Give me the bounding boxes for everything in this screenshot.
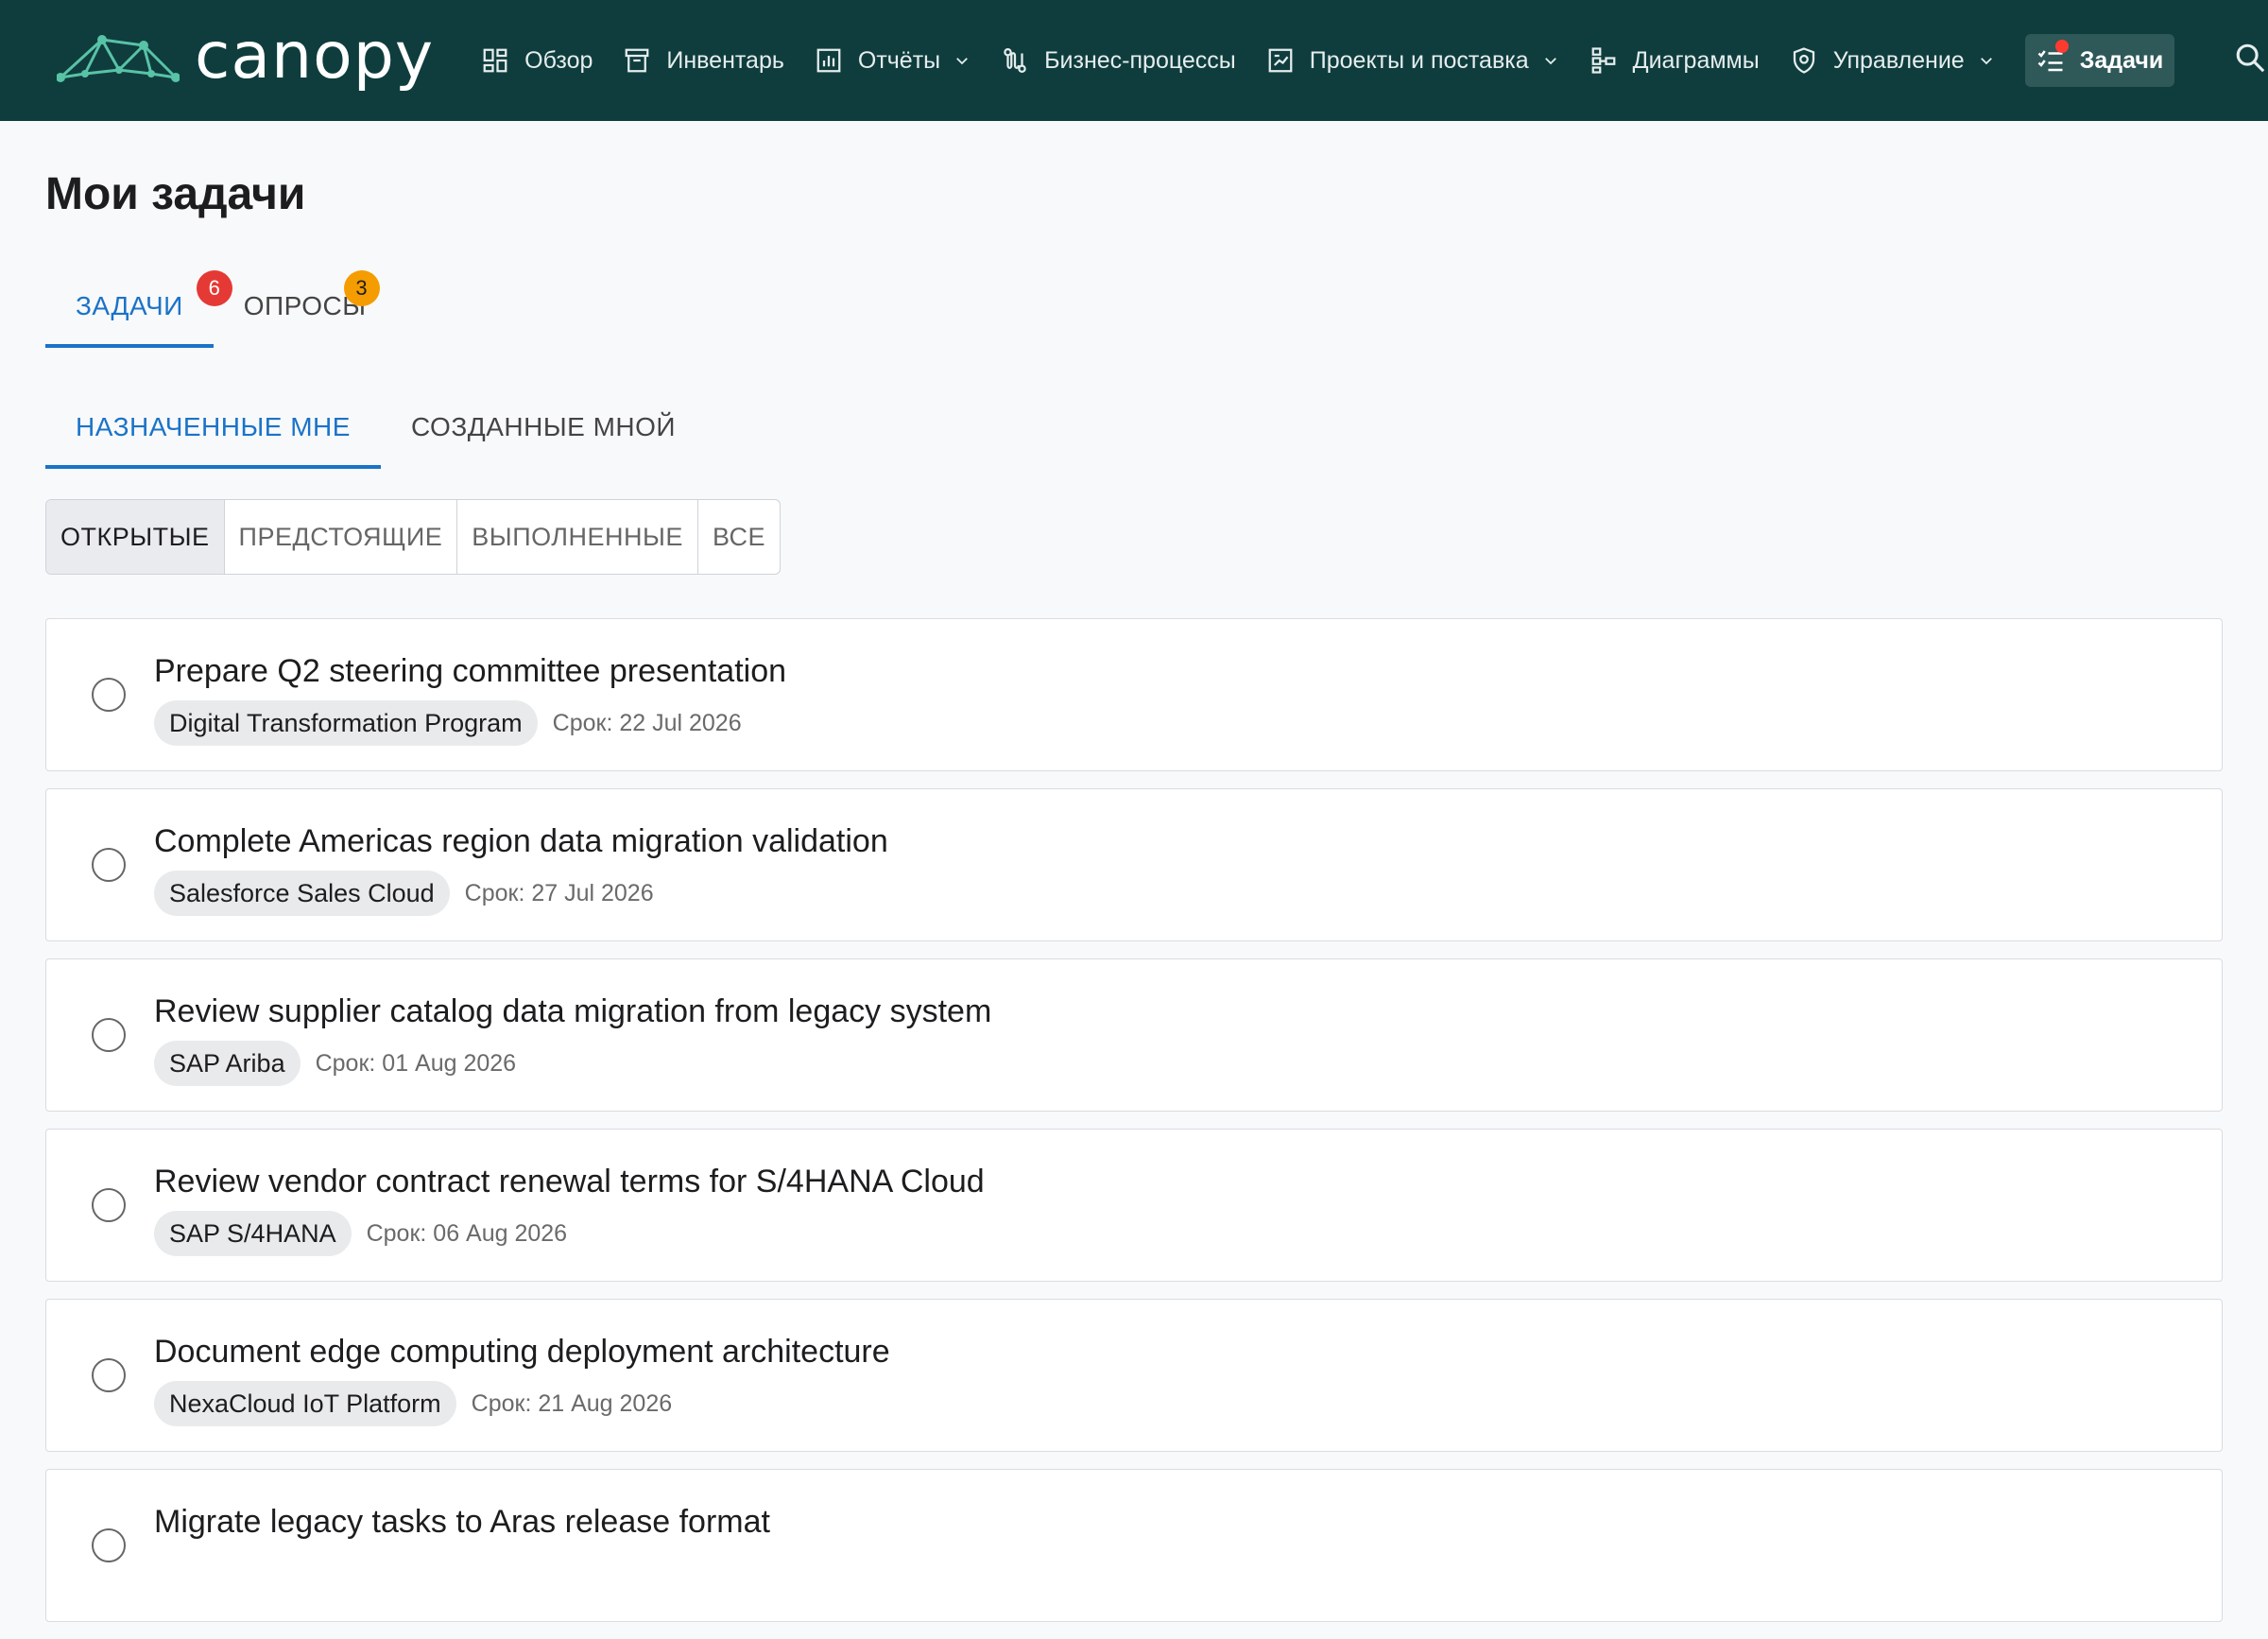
task-complete-radio[interactable] <box>92 1358 126 1392</box>
main-nav: Обзор Инвентарь Отчёты Бизнес-процессы П… <box>481 34 2175 87</box>
search-icon[interactable] <box>2234 42 2266 74</box>
task-tag[interactable]: Salesforce Sales Cloud <box>154 871 450 916</box>
nav-item-inventory[interactable]: Инвентарь <box>623 34 784 87</box>
chevron-down-icon <box>1980 58 1992 65</box>
dashboard-icon <box>483 48 507 73</box>
task-due-date: Срок: 01 Aug 2026 <box>315 1049 517 1077</box>
nav-item-label: Инвентарь <box>666 46 784 74</box>
task-title[interactable]: Prepare Q2 steering committee presentati… <box>154 653 786 690</box>
nav-item-label: Управление <box>1832 46 1965 74</box>
shield-icon <box>1793 47 1814 74</box>
task-complete-radio[interactable] <box>92 678 126 712</box>
task-title[interactable]: Review vendor contract renewal terms for… <box>154 1164 985 1200</box>
filter-upcoming[interactable]: ПРЕДСТОЯЩИЕ <box>225 500 458 574</box>
task-tag[interactable]: Digital Transformation Program <box>154 700 538 746</box>
nav-item-business-processes[interactable]: Бизнес-процессы <box>1001 34 1236 87</box>
nav-item-tasks[interactable]: Задачи <box>2024 34 2175 87</box>
task-complete-radio[interactable] <box>92 1528 126 1562</box>
task-item[interactable]: Complete Americas region data migration … <box>45 788 2223 941</box>
tab-surveys[interactable]: ОПРОСЫ 3 <box>214 265 397 348</box>
tab-label: НАЗНАЧЕННЫЕ МНЕ <box>76 412 351 441</box>
task-item[interactable]: Document edge computing deployment archi… <box>45 1299 2223 1452</box>
task-title[interactable]: Migrate legacy tasks to Aras release for… <box>154 1504 770 1541</box>
filter-all[interactable]: ВСЕ <box>698 500 780 574</box>
page-title: Мои задачи <box>45 169 306 219</box>
nav-item-label: Проекты и поставка <box>1309 46 1529 74</box>
process-flow-icon <box>1004 48 1026 73</box>
task-item[interactable]: Migrate legacy tasks to Aras release for… <box>45 1469 2223 1622</box>
task-complete-radio[interactable] <box>92 848 126 882</box>
filter-open[interactable]: ОТКРЫТЫЕ <box>46 500 225 574</box>
task-tag[interactable]: NexaCloud IoT Platform <box>154 1381 456 1426</box>
main-tabs: ЗАДАЧИ 6 ОПРОСЫ 3 <box>45 265 397 348</box>
status-filter-group: ОТКРЫТЫЕ ПРЕДСТОЯЩИЕ ВЫПОЛНЕННЫЕ ВСЕ <box>45 499 782 575</box>
task-title[interactable]: Document edge computing deployment archi… <box>154 1334 890 1371</box>
task-item[interactable]: Review supplier catalog data migration f… <box>45 958 2223 1112</box>
nav-item-projects-delivery[interactable]: Проекты и поставка <box>1266 34 1559 87</box>
task-meta: SAP Ariba Срок: 01 Aug 2026 <box>154 1041 516 1086</box>
logo-text: canopy <box>195 19 435 94</box>
task-title[interactable]: Complete Americas region data migration … <box>154 823 888 860</box>
task-complete-radio[interactable] <box>92 1018 126 1052</box>
top-navigation-bar: canopy Обзор Инвентарь Отчёты Бизнес-про… <box>0 0 2268 121</box>
task-title[interactable]: Review supplier catalog data migration f… <box>154 993 991 1030</box>
bar-chart-icon <box>816 48 841 73</box>
task-item[interactable]: Review vendor contract renewal terms for… <box>45 1129 2223 1282</box>
tab-label: СОЗДАННЫЕ МНОЙ <box>410 412 677 441</box>
task-due-date: Срок: 27 Jul 2026 <box>464 879 654 906</box>
nav-item-label: Бизнес-процессы <box>1044 46 1236 74</box>
task-due-date: Срок: 06 Aug 2026 <box>366 1219 568 1247</box>
task-meta: Salesforce Sales Cloud Срок: 27 Jul 2026 <box>154 871 654 916</box>
tab-tasks[interactable]: ЗАДАЧИ 6 <box>45 265 232 348</box>
nav-item-label: Обзор <box>524 46 593 74</box>
task-meta: NexaCloud IoT Platform Срок: 21 Aug 2026 <box>154 1381 672 1426</box>
nav-item-label: Диаграммы <box>1632 46 1760 74</box>
filter-done[interactable]: ВЫПОЛНЕННЫЕ <box>457 500 698 574</box>
hierarchy-diagram-icon <box>1591 47 1616 74</box>
nav-item-management[interactable]: Управление <box>1790 34 1995 87</box>
nav-item-overview[interactable]: Обзор <box>481 34 593 87</box>
chevron-down-icon <box>1544 58 1556 65</box>
project-board-icon <box>1268 48 1293 73</box>
tab-created-by-me[interactable]: СОЗДАННЫЕ МНОЙ <box>381 386 706 469</box>
chevron-down-icon <box>956 58 969 65</box>
task-due-date: Срок: 21 Aug 2026 <box>471 1389 673 1417</box>
tab-label: ЗАДАЧИ <box>76 291 183 320</box>
nav-item-diagrams[interactable]: Диаграммы <box>1589 34 1760 87</box>
nav-item-label: Задачи <box>2079 46 2164 74</box>
task-tag[interactable]: SAP Ariba <box>154 1041 301 1086</box>
nav-item-reports[interactable]: Отчёты <box>815 34 971 87</box>
task-meta: Digital Transformation Program Срок: 22 … <box>154 700 742 746</box>
surveys-count-badge: 3 <box>343 270 380 306</box>
canopy-logo-icon <box>57 35 180 82</box>
task-meta: SAP S/4HANA Срок: 06 Aug 2026 <box>154 1211 567 1256</box>
tab-assigned-to-me[interactable]: НАЗНАЧЕННЫЕ МНЕ <box>45 386 381 469</box>
task-item[interactable]: Prepare Q2 steering committee presentati… <box>45 618 2223 771</box>
archive-box-icon <box>626 48 649 73</box>
task-scope-tabs: НАЗНАЧЕННЫЕ МНЕ СОЗДАННЫЕ МНОЙ <box>45 386 706 469</box>
logo[interactable]: canopy <box>57 19 435 94</box>
task-complete-radio[interactable] <box>92 1188 126 1222</box>
nav-item-label: Отчёты <box>857 46 941 74</box>
task-tag[interactable]: SAP S/4HANA <box>154 1211 352 1256</box>
task-due-date: Срок: 22 Jul 2026 <box>552 709 742 736</box>
notification-dot <box>2054 40 2069 53</box>
task-list: Prepare Q2 steering committee presentati… <box>45 618 2223 1639</box>
